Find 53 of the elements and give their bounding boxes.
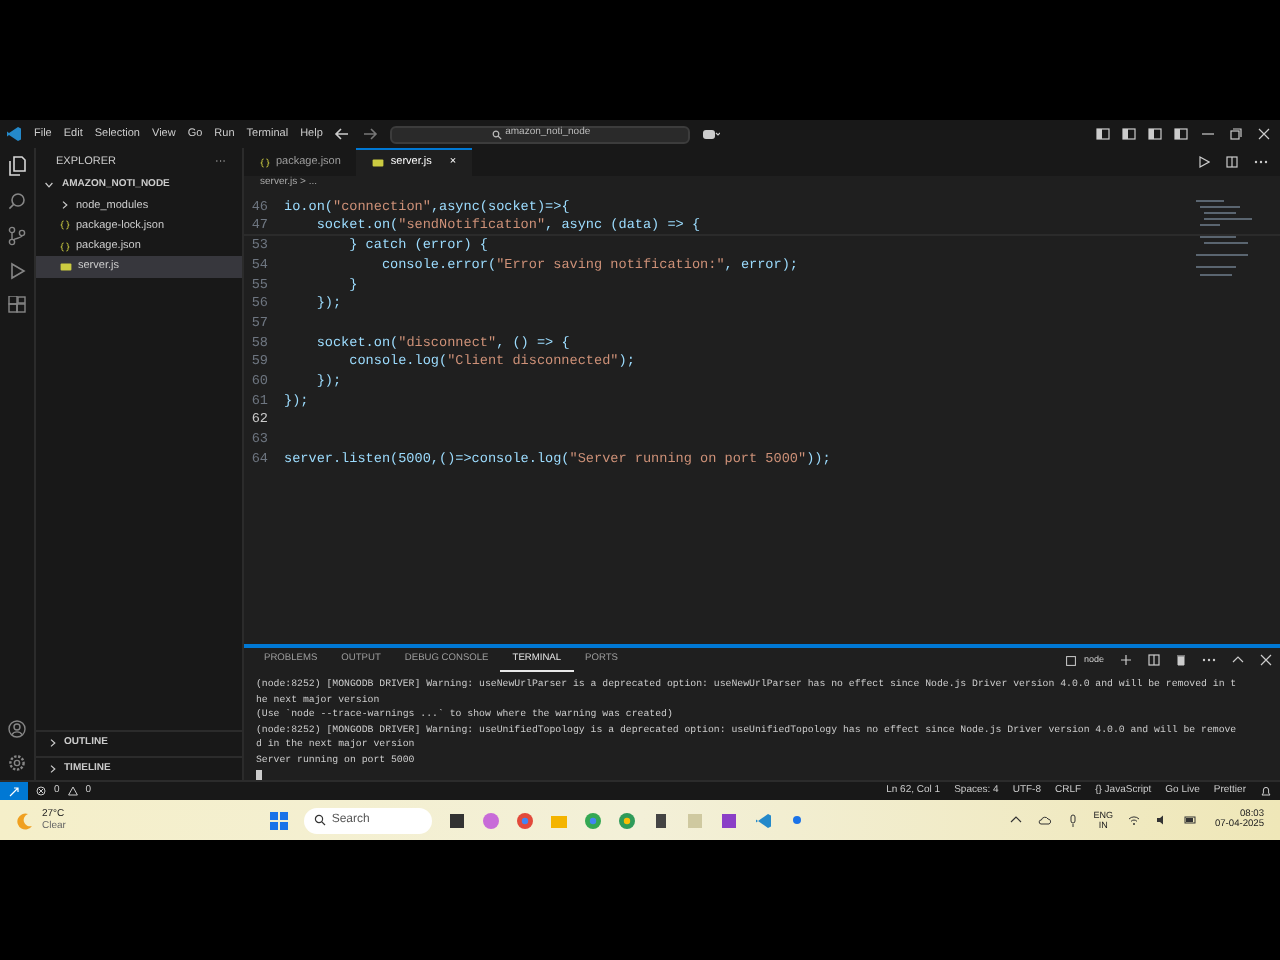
microphone-icon[interactable]: [1067, 813, 1078, 827]
panel-toggle-icon[interactable]: [1148, 128, 1162, 140]
error-icon: [36, 786, 46, 796]
forward-arrow-icon[interactable]: [362, 128, 379, 140]
battery-icon[interactable]: [1184, 814, 1199, 826]
source-control-icon[interactable]: [8, 226, 26, 246]
warning-icon: [67, 786, 78, 796]
app-icon[interactable]: [787, 811, 806, 829]
js-file-icon: [60, 261, 72, 272]
back-arrow-icon[interactable]: [334, 128, 351, 140]
run-debug-icon[interactable]: [8, 262, 26, 280]
bell-icon[interactable]: [1260, 785, 1272, 797]
layout-icon[interactable]: [1096, 128, 1110, 140]
account-icon[interactable]: [8, 720, 26, 738]
split-editor-icon[interactable]: [1226, 156, 1238, 168]
run-icon[interactable]: [1198, 156, 1210, 168]
wifi-icon[interactable]: [1128, 814, 1141, 826]
sidebar-toggle-icon[interactable]: [1122, 128, 1136, 140]
remote-icon: [8, 785, 20, 797]
secondary-sidebar-icon[interactable]: [1174, 128, 1188, 140]
plus-icon[interactable]: [1120, 654, 1132, 666]
remote-indicator[interactable]: [0, 782, 28, 800]
editor-logo-icon: [6, 126, 22, 142]
code-editor-icon[interactable]: [753, 811, 772, 829]
browser-icon[interactable]: [515, 811, 534, 829]
trash-icon[interactable]: [1176, 654, 1186, 666]
start-icon[interactable]: [269, 811, 288, 829]
close-icon[interactable]: [1260, 654, 1272, 666]
terminal-cursor: [256, 769, 262, 782]
braces-icon: [260, 157, 270, 167]
restore-icon[interactable]: [1228, 128, 1244, 140]
minimize-icon[interactable]: [1200, 128, 1216, 140]
chevron-down-icon: [44, 180, 54, 191]
speaker-icon[interactable]: [1156, 814, 1169, 826]
search-icon[interactable]: [8, 192, 26, 210]
split-terminal-icon[interactable]: [1148, 654, 1160, 666]
chevron-up-icon[interactable]: [1009, 814, 1022, 826]
cloud-icon[interactable]: [1037, 814, 1052, 826]
braces-icon: [60, 241, 70, 252]
more-actions-icon[interactable]: [1254, 156, 1268, 168]
minimap-drawing: [1196, 200, 1252, 280]
extensions-icon[interactable]: [8, 296, 26, 314]
files-icon[interactable]: [8, 156, 26, 176]
settings-icon[interactable]: [8, 754, 26, 772]
search-icon: [491, 129, 502, 139]
close-icon[interactable]: [1256, 128, 1272, 140]
moon-icon: [16, 811, 34, 829]
terminal-icon: [1065, 655, 1076, 665]
braces-icon: [60, 220, 70, 231]
task-view-icon[interactable]: [447, 811, 466, 829]
more-actions-icon[interactable]: [1202, 654, 1216, 666]
js-file-icon: [372, 158, 385, 168]
search-icon: [313, 814, 326, 826]
